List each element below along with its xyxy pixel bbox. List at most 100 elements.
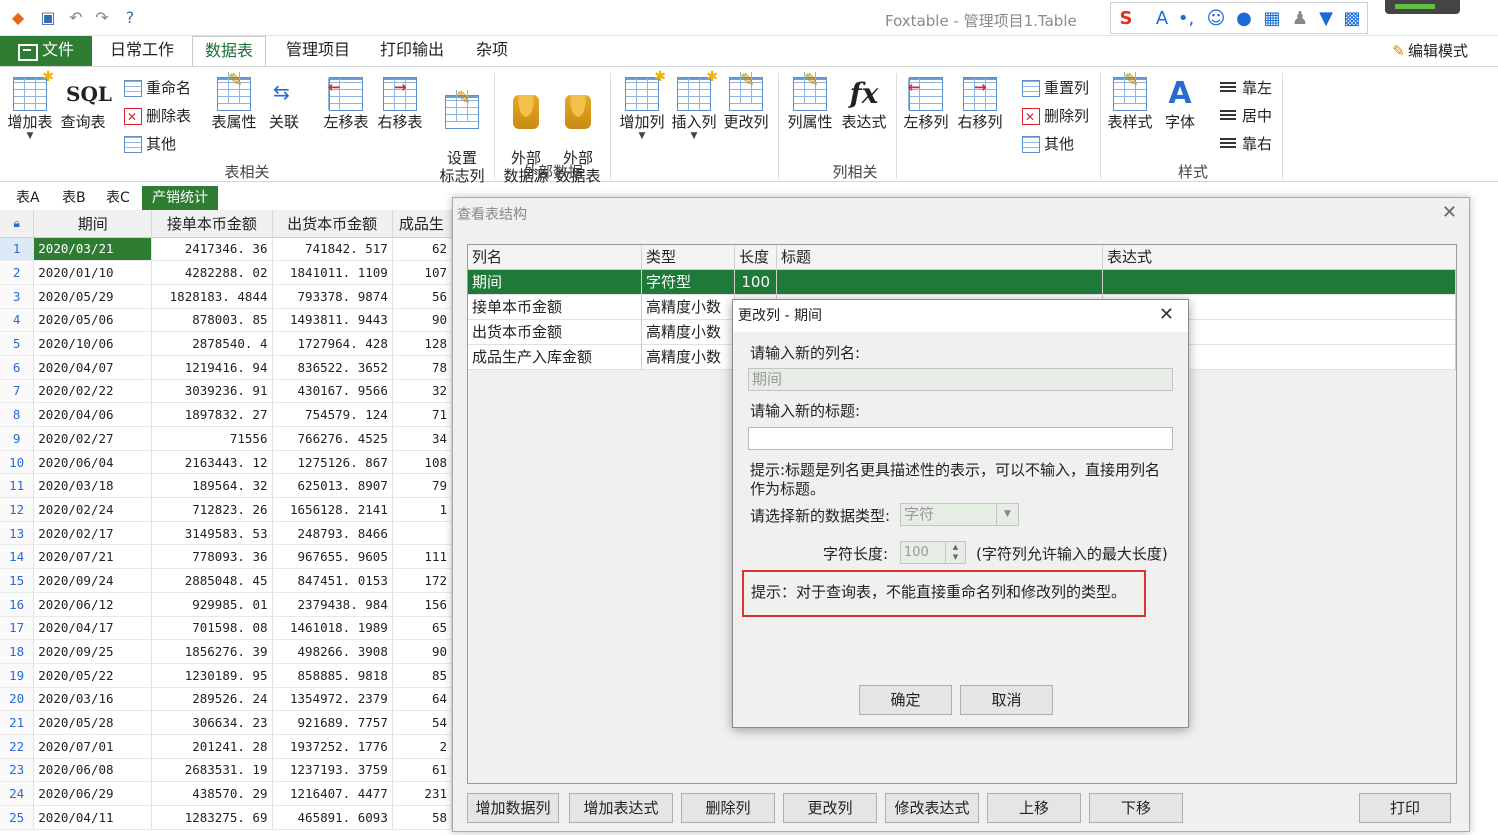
- row-number[interactable]: 18: [0, 639, 35, 664]
- cell-production[interactable]: 62: [392, 237, 452, 262]
- cell-period[interactable]: 2020/02/17: [33, 521, 153, 546]
- structure-header-type[interactable]: 类型: [642, 245, 735, 270]
- table-row[interactable]: 21 2020/05/28 306634. 23 921689. 7757 54: [0, 710, 452, 735]
- cell-period[interactable]: 2020/04/17: [33, 616, 153, 641]
- close-icon[interactable]: ✕: [1442, 202, 1457, 223]
- table-row[interactable]: 3 2020/05/29 1828183. 4844 793378. 9874 56: [0, 284, 452, 309]
- structure-cell-name[interactable]: 期间: [468, 270, 642, 295]
- grid-header-order-amount[interactable]: 接单本币金额: [151, 210, 273, 238]
- data-grid[interactable]: 🔒︎ 期间 接单本币金额 出货本币金额 成品生 1 2020/03/21 24173…: [0, 210, 452, 835]
- cell-production[interactable]: 61: [392, 758, 452, 783]
- cell-period[interactable]: 2020/02/24: [33, 497, 153, 522]
- row-number[interactable]: 16: [0, 592, 35, 617]
- row-number[interactable]: 9: [0, 426, 35, 451]
- cell-ship-amount[interactable]: 465891. 6093: [272, 805, 393, 830]
- grid-header-ship-amount[interactable]: 出货本币金额: [272, 210, 393, 238]
- cell-ship-amount[interactable]: 430167. 9566: [272, 379, 393, 404]
- cell-production[interactable]: 65: [392, 616, 452, 641]
- cell-production[interactable]: 172: [392, 568, 452, 593]
- ime-skin-icon[interactable]: ▼: [1315, 8, 1337, 29]
- cell-order-amount[interactable]: 1828183. 4844: [151, 284, 273, 309]
- cell-production[interactable]: 64: [392, 687, 452, 712]
- cell-order-amount[interactable]: 2878540. 4: [151, 331, 273, 356]
- cell-ship-amount[interactable]: 921689. 7757: [272, 710, 393, 735]
- table-row[interactable]: 8 2020/04/06 1897832. 27 754579. 124 71: [0, 402, 452, 427]
- cell-order-amount[interactable]: 71556: [151, 426, 273, 451]
- table-row[interactable]: 10 2020/06/04 2163443. 12 1275126. 867 108: [0, 450, 452, 475]
- cell-production[interactable]: [392, 521, 452, 546]
- table-style-button[interactable]: 表样式: [1104, 72, 1156, 131]
- table-row[interactable]: 24 2020/06/29 438570. 29 1216407. 4477 231: [0, 781, 452, 806]
- cell-ship-amount[interactable]: 1727964. 428: [272, 331, 393, 356]
- cell-period[interactable]: 2020/06/12: [33, 592, 153, 617]
- cell-production[interactable]: 111: [392, 544, 452, 570]
- cell-production[interactable]: 107: [392, 260, 452, 285]
- ime-menu-icon[interactable]: ▩: [1341, 8, 1363, 29]
- column-props-button[interactable]: 列属性: [784, 72, 836, 131]
- cell-ship-amount[interactable]: 1461018. 1989: [272, 616, 393, 641]
- delete-table-button[interactable]: 删除表: [124, 105, 191, 128]
- cell-order-amount[interactable]: 1230189. 95: [151, 663, 273, 688]
- structure-header-expression[interactable]: 表达式: [1103, 245, 1456, 270]
- cell-ship-amount[interactable]: 1841011. 1109: [272, 260, 393, 285]
- move-table-right-button[interactable]: 右移表: [374, 77, 426, 131]
- align-left-button[interactable]: 靠左: [1220, 77, 1272, 99]
- row-number[interactable]: 23: [0, 758, 35, 783]
- tab-daily-work[interactable]: 日常工作: [98, 36, 186, 66]
- table-row[interactable]: 22 2020/07/01 201241. 28 1937252. 1776 2: [0, 734, 452, 759]
- cell-production[interactable]: 156: [392, 592, 452, 617]
- cell-period[interactable]: 2020/05/22: [33, 663, 153, 688]
- cell-ship-amount[interactable]: 741842. 517: [272, 237, 393, 262]
- cell-order-amount[interactable]: 1219416. 94: [151, 355, 273, 380]
- cell-order-amount[interactable]: 4282288. 02: [151, 260, 273, 285]
- print-button[interactable]: 打印: [1359, 793, 1451, 823]
- rename-table-button[interactable]: 重命名: [124, 77, 191, 99]
- tab-print-output[interactable]: 打印输出: [368, 36, 456, 66]
- cell-ship-amount[interactable]: 836522. 3652: [272, 355, 393, 380]
- ime-toolbar[interactable]: S A •, ☺ ● ▦ ♟ ▼ ▩: [1110, 2, 1368, 34]
- row-number[interactable]: 15: [0, 568, 35, 593]
- table-row[interactable]: 11 2020/03/18 189564. 32 625013. 8907 79: [0, 473, 452, 499]
- table-row[interactable]: 7 2020/02/22 3039236. 91 430167. 9566 32: [0, 379, 452, 404]
- cell-ship-amount[interactable]: 858885. 9818: [272, 663, 393, 688]
- row-number[interactable]: 20: [0, 687, 35, 712]
- cell-order-amount[interactable]: 438570. 29: [151, 781, 273, 806]
- cell-period[interactable]: 2020/09/24: [33, 568, 153, 593]
- cell-ship-amount[interactable]: 2379438. 984: [272, 592, 393, 617]
- row-number[interactable]: 11: [0, 473, 35, 499]
- cell-production[interactable]: 90: [392, 308, 452, 333]
- tab-manage-project[interactable]: 管理项目: [274, 36, 362, 66]
- cell-ship-amount[interactable]: 847451. 0153: [272, 568, 393, 593]
- change-column-button[interactable]: 更改列: [720, 72, 772, 131]
- cell-period[interactable]: 2020/01/10: [33, 260, 153, 285]
- row-number[interactable]: 24: [0, 781, 35, 806]
- tab-file[interactable]: 文件: [0, 36, 92, 66]
- table-row[interactable]: 17 2020/04/17 701598. 08 1461018. 1989 65: [0, 616, 452, 641]
- cell-order-amount[interactable]: 929985. 01: [151, 592, 273, 617]
- add-expression-button[interactable]: 增加表达式: [569, 793, 673, 823]
- tab-misc[interactable]: 杂项: [464, 36, 520, 66]
- grid-corner-lock-icon[interactable]: 🔒︎: [0, 210, 35, 238]
- row-number[interactable]: 21: [0, 710, 35, 735]
- add-table-button[interactable]: 增加表▼: [6, 68, 54, 141]
- cell-period[interactable]: 2020/10/06: [33, 331, 153, 356]
- cell-ship-amount[interactable]: 625013. 8907: [272, 473, 393, 499]
- structure-cell-type[interactable]: 高精度小数: [642, 320, 735, 345]
- cell-ship-amount[interactable]: 754579. 124: [272, 402, 393, 427]
- tab-data-table[interactable]: 数据表: [192, 36, 267, 67]
- ime-keyboard-icon[interactable]: ▦: [1261, 8, 1283, 29]
- row-number[interactable]: 10: [0, 450, 35, 475]
- cell-order-amount[interactable]: 306634. 23: [151, 710, 273, 735]
- cell-production[interactable]: 85: [392, 663, 452, 688]
- cancel-button[interactable]: 取消: [960, 685, 1053, 715]
- help-icon[interactable]: ?: [120, 8, 140, 28]
- table-props-button[interactable]: 表属性: [208, 72, 260, 131]
- cell-order-amount[interactable]: 289526. 24: [151, 687, 273, 712]
- sheet-tab-b[interactable]: 表B: [54, 186, 94, 210]
- move-up-button[interactable]: 上移: [987, 793, 1081, 823]
- set-flag-column-button[interactable]: 设置 标志列: [436, 77, 488, 185]
- ime-voice-icon[interactable]: ●: [1233, 8, 1255, 29]
- table-row[interactable]: 2 2020/01/10 4282288. 02 1841011. 1109 107: [0, 260, 452, 285]
- cell-order-amount[interactable]: 3149583. 53: [151, 521, 273, 546]
- row-number[interactable]: 5: [0, 331, 35, 356]
